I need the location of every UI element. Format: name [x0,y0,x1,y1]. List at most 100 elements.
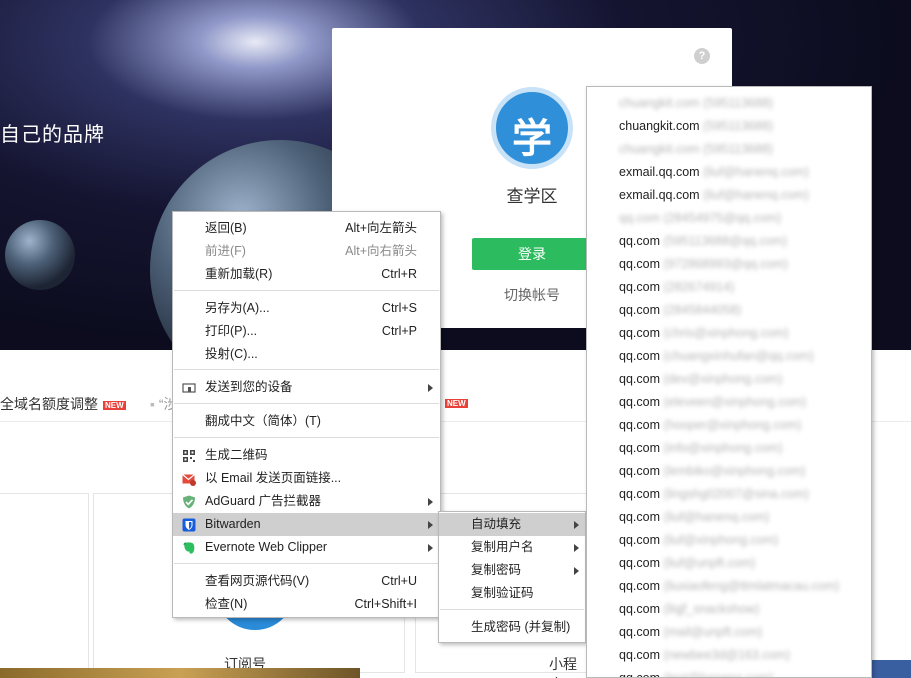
autofill-account-item[interactable]: qq.com (lingshg02007@sina.com) [587,483,871,506]
account-username: (newbee3d@163.com) [663,648,791,662]
device-icon [182,383,196,393]
menu-item-print[interactable]: 打印(P)... Ctrl+P [173,320,440,343]
account-site: qq.com [619,602,660,616]
account-entry: qq.com (hooper@xinphong.com) [619,414,801,437]
autofill-account-item[interactable]: qq.com (28454975@qq.com) [587,207,871,230]
menu-item-inspect[interactable]: 检查(N) Ctrl+Shift+I [173,593,440,616]
menu-item-shortcut: Ctrl+Shift+I [354,597,417,611]
account-site: qq.com [619,257,660,271]
menu-item-adguard[interactable]: AdGuard 广告拦截器 [173,490,440,513]
autofill-account-item[interactable]: qq.com (info@xinphong.com) [587,437,871,460]
account-site: qq.com [619,372,660,386]
submenu-item-copy-username[interactable]: 复制用户名 [439,536,585,559]
news-link[interactable]: NEW [440,394,468,410]
submenu-item-copy-password[interactable]: 复制密码 [439,559,585,582]
account-username: (lingshg02007@sina.com) [663,487,809,501]
autofill-account-item[interactable]: qq.com (dev@xinphong.com) [587,368,871,391]
menu-item-evernote[interactable]: Evernote Web Clipper [173,536,440,559]
menu-item-email-link[interactable]: 以 Email 发送页面链接... [173,467,440,490]
submenu-arrow-icon [428,498,433,506]
menu-separator [174,437,439,438]
menu-item-send-to-device[interactable]: 发送到您的设备 [173,376,440,399]
autofill-account-item[interactable]: chuangkit.com (595113688) [587,138,871,161]
autofill-account-item[interactable]: qq.com (liuf@hanenq.com) [587,506,871,529]
autofill-account-item[interactable]: chuangkit.com (595113688) [587,115,871,138]
menu-item-bitwarden[interactable]: Bitwarden [173,513,440,536]
submenu-item-copy-totp[interactable]: 复制验证码 [439,582,585,605]
autofill-account-item[interactable]: qq.com (liuf@unpft.com) [587,552,871,575]
submenu-item-generate-password[interactable]: 生成密码 (并复制) [439,616,585,639]
autofill-account-item[interactable]: qq.com (chuangxinhufan@qq.com) [587,345,871,368]
menu-item-back[interactable]: 返回(B) Alt+向左箭头 [173,217,440,240]
account-entry: qq.com (2845844058) [619,299,741,322]
menu-item-label: 以 Email 发送页面链接... [205,471,342,485]
account-entry: exmail.qq.com (liuf@hanenq.com) [619,161,809,184]
menu-item-translate[interactable]: 翻成中文（简体）(T) [173,410,440,433]
menu-item-forward[interactable]: 前进(F) Alt+向右箭头 [173,240,440,263]
account-type-card[interactable] [0,493,89,673]
menu-separator [174,403,439,404]
account-entry: qq.com (eleveen@xinphong.com) [619,391,806,414]
account-entry: chuangkit.com (595113688) [619,115,773,138]
autofill-account-item[interactable]: qq.com (mail@unpft.com) [587,621,871,644]
autofill-account-item[interactable]: qq.com (hooper@xinphong.com) [587,414,871,437]
bitwarden-submenu: 自动填充 复制用户名 复制密码 复制验证码 生成密码 (并复制) [438,511,586,643]
account-entry: qq.com (llqjf_snackshow) [619,598,759,621]
menu-item-cast[interactable]: 投射(C)... [173,343,440,366]
account-username: (28454975@qq.com) [663,211,782,225]
autofill-account-item[interactable]: qq.com (595113688@qq.com) [587,230,871,253]
menu-item-label: 另存为(A)... [205,301,270,315]
submenu-item-autofill[interactable]: 自动填充 [439,513,585,536]
autofill-account-item[interactable]: qq.com (2845844058) [587,299,871,322]
account-site: exmail.qq.com [619,188,700,202]
autofill-accounts-menu: chuangkit.com (595113688) chuangkit.com (… [586,86,872,678]
evernote-icon [183,542,195,554]
menu-item-label: 翻成中文（简体）(T) [205,414,321,428]
autofill-account-item[interactable]: qq.com (test@hanenq.com) [587,667,871,678]
autofill-account-item[interactable]: qq.com (eleveen@xinphong.com) [587,391,871,414]
autofill-account-item[interactable]: exmail.qq.com (liuf@hanenq.com) [587,184,871,207]
autofill-account-item[interactable]: exmail.qq.com (liuf@hanenq.com) [587,161,871,184]
menu-item-label: Bitwarden [205,517,261,531]
autofill-account-item[interactable]: qq.com (newbee3d@163.com) [587,644,871,667]
account-site: qq.com [619,326,660,340]
account-username: (test@hanenq.com) [663,671,774,678]
account-username: (liuf@hanenq.com) [703,165,809,179]
autofill-account-item[interactable]: chuangkit.com (595113688) [587,92,871,115]
account-entry: qq.com (liuxiaofeng@ttmlatmacau.com) [619,575,839,598]
menu-separator [174,563,439,564]
autofill-account-item[interactable]: qq.com (lembiko@xinphong.com) [587,460,871,483]
account-site: qq.com [619,464,660,478]
question-icon[interactable]: ? [694,48,710,64]
menu-item-qr-code[interactable]: 生成二维码 [173,444,440,467]
account-username: (595113688) [703,96,774,110]
autofill-account-item[interactable]: qq.com (liuxiaofeng@ttmlatmacau.com) [587,575,871,598]
login-button[interactable]: 登录 [472,238,592,270]
autofill-account-item[interactable]: qq.com (liuf@xinphong.com) [587,529,871,552]
account-site: chuangkit.com [619,119,700,133]
menu-item-label: 生成二维码 [205,448,268,462]
account-site: qq.com [619,234,660,248]
switch-account-link[interactable]: 切换帐号 [482,285,582,305]
account-site: qq.com [619,487,660,501]
account-site: chuangkit.com [619,96,700,110]
account-username: (liuf@hanenq.com) [703,188,809,202]
autofill-account-item[interactable]: qq.com (chris@xinphong.com) [587,322,871,345]
menu-item-save-as[interactable]: 另存为(A)... Ctrl+S [173,297,440,320]
account-site: qq.com [619,303,660,317]
account-username: (lembiko@xinphong.com) [663,464,806,478]
account-username: (liuf@xinphong.com) [663,533,779,547]
menu-item-label: 发送到您的设备 [205,380,293,394]
submenu-item-label: 复制用户名 [471,540,534,554]
menu-item-view-source[interactable]: 查看网页源代码(V) Ctrl+U [173,570,440,593]
menu-item-reload[interactable]: 重新加载(R) Ctrl+R [173,263,440,286]
autofill-account-item[interactable]: qq.com (llqjf_snackshow) [587,598,871,621]
autofill-account-item[interactable]: qq.com (282674914) [587,276,871,299]
news-link[interactable]: 全域名额度调整 NEW [0,394,126,414]
account-site: qq.com [619,395,660,409]
autofill-account-item[interactable]: qq.com (972868993@qq.com) [587,253,871,276]
account-site: qq.com [619,579,660,593]
account-entry: qq.com (lingshg02007@sina.com) [619,483,809,506]
new-badge: NEW [445,398,468,408]
account-entry: qq.com (newbee3d@163.com) [619,644,790,667]
